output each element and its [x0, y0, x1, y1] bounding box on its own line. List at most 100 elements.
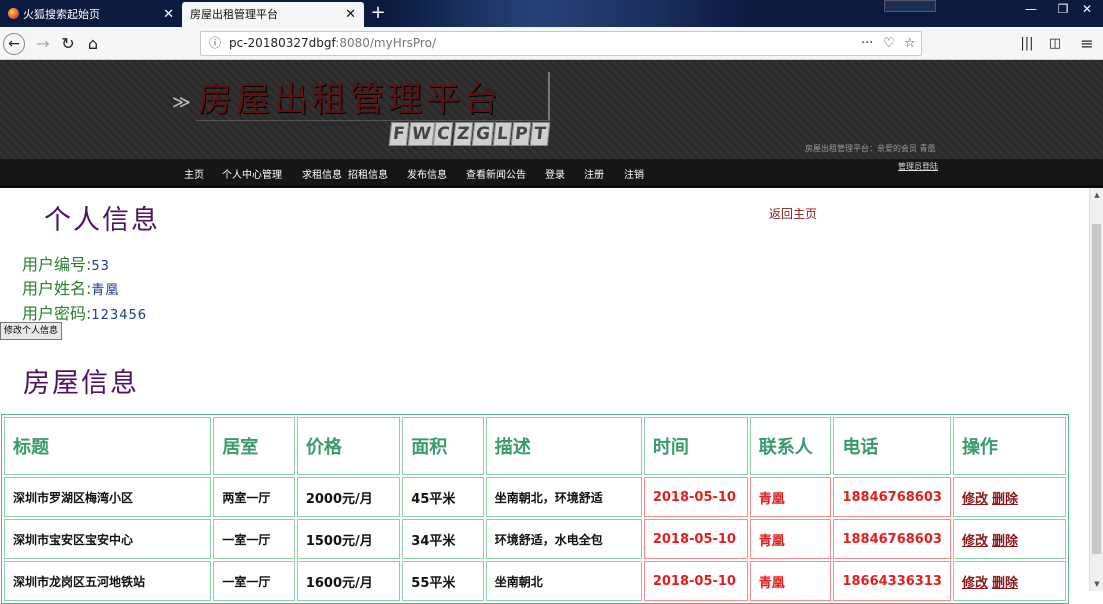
column-header: 电话 — [833, 417, 951, 475]
address-bar[interactable]: ⓘ pc-20180327dbgf:8080/myHrsPro/ ··· ♡ ☆ — [200, 31, 922, 56]
menu-icon[interactable]: ≡ — [1076, 33, 1098, 55]
cell-title: 深圳市宝安区宝安中心 — [4, 519, 212, 559]
cell-description: 坐南朝北，环境舒适 — [485, 477, 642, 517]
user-id-label: 用户编号: — [22, 255, 92, 274]
edit-link[interactable]: 修改 — [962, 534, 988, 549]
menu-rent-wanted[interactable]: 求租信息 — [302, 166, 342, 181]
column-header: 时间 — [643, 417, 748, 475]
tab-firefox-start[interactable]: 火狐搜索起始页 ✕ — [0, 2, 182, 27]
close-tab-icon[interactable]: ✕ — [163, 2, 174, 27]
close-window-button[interactable]: ✕ — [1071, 0, 1103, 20]
back-button[interactable]: ← — [3, 33, 25, 55]
forward-button[interactable]: → — [32, 33, 54, 55]
taskbar-thumbnail — [884, 0, 936, 12]
scroll-down-arrow-icon[interactable]: ▼ — [1090, 577, 1103, 591]
menu-home[interactable]: 主页 — [184, 166, 204, 181]
houses-heading: 房屋信息 — [23, 368, 139, 399]
menu-logout[interactable]: 注销 — [624, 166, 644, 181]
cell-title: 深圳市龙岗区五河地铁站 — [4, 561, 212, 601]
cell-price: 2000元/月 — [296, 477, 401, 517]
logo-letter: F — [388, 122, 409, 146]
cell-price: 1500元/月 — [296, 519, 401, 559]
sidebar-icon[interactable]: ◫ — [1044, 33, 1066, 55]
menu-news[interactable]: 查看新闻公告 — [466, 166, 526, 181]
site-logo: 房屋出租管理平台 — [198, 80, 502, 120]
edit-link[interactable]: 修改 — [962, 492, 988, 507]
menu-personal-center[interactable]: 个人中心管理 — [222, 166, 282, 181]
cell-area: 45平米 — [402, 477, 484, 517]
scrollbar-thumb[interactable] — [1092, 224, 1101, 554]
column-header: 操作 — [952, 417, 1066, 475]
menu-publish[interactable]: 发布信息 — [407, 166, 447, 181]
cell-rooms: 一室一厅 — [213, 519, 295, 559]
menu-rent-offers[interactable]: 招租信息 — [348, 166, 388, 181]
cell-area: 55平米 — [402, 561, 484, 601]
tab-label: 火狐搜索起始页 — [23, 8, 100, 21]
menu-login[interactable]: 登录 — [545, 166, 565, 181]
new-tab-button[interactable]: + — [370, 1, 386, 25]
page-actions-icon[interactable]: ··· — [861, 32, 873, 55]
cell-actions: 修改 删除 — [952, 477, 1066, 517]
close-tab-icon[interactable]: ✕ — [345, 2, 356, 27]
home-icon[interactable]: ⌂ — [82, 33, 104, 55]
reload-button[interactable]: ↻ — [57, 33, 79, 55]
logo-letter: P — [510, 122, 532, 146]
pocket-icon[interactable]: ♡ — [883, 32, 895, 55]
back-home-link[interactable]: 返回主页 — [769, 205, 817, 222]
page-scrollbar[interactable]: ▲ ▼ — [1089, 188, 1103, 591]
logo-letter: T — [530, 122, 551, 146]
tab-label: 房屋出租管理平台 — [190, 8, 278, 21]
user-id-value: 53 — [91, 259, 110, 274]
cell-description: 坐南朝北 — [485, 561, 642, 601]
bookmark-star-icon[interactable]: ☆ — [904, 32, 916, 55]
site-banner: ≫ 房屋出租管理平台 F W C Z G L P T 房屋出租管理平台：亲爱的会… — [0, 60, 1103, 159]
menu-register[interactable]: 注册 — [584, 166, 604, 181]
profile-heading: 个人信息 — [44, 205, 160, 236]
delete-link[interactable]: 删除 — [992, 492, 1018, 507]
main-content: 个人信息 返回主页 用户编号:53 用户姓名:青凰 用户密码:123456 修改… — [0, 188, 1089, 604]
admin-login-link[interactable]: 管理员登陆 — [898, 161, 938, 172]
logo-letter: Z — [452, 122, 474, 146]
browser-nav-bar: ← → ↻ ⌂ ⓘ pc-20180327dbgf:8080/myHrsPro/… — [0, 27, 1103, 60]
logo-letter: W — [407, 122, 435, 146]
cell-contact: 青凰 — [749, 561, 832, 601]
cell-contact: 青凰 — [749, 519, 832, 559]
cell-actions: 修改 删除 — [952, 561, 1066, 601]
cell-rooms: 一室一厅 — [213, 561, 295, 601]
cell-date: 2018-05-10 — [643, 561, 748, 601]
table-row: 深圳市龙岗区五河地铁站 一室一厅 1600元/月 55平米 坐南朝北 2018-… — [4, 561, 1066, 601]
delete-link[interactable]: 删除 — [992, 534, 1018, 549]
cell-description: 环境舒适，水电全包 — [485, 519, 642, 559]
site-menu-bar: 主页 个人中心管理 求租信息 招租信息 发布信息 查看新闻公告 登录 注册 注销… — [0, 159, 1103, 188]
scroll-up-arrow-icon[interactable]: ▲ — [1090, 188, 1103, 202]
cell-phone: 18664336313 — [833, 561, 951, 601]
cell-contact: 青凰 — [749, 477, 832, 517]
edit-profile-button[interactable]: 修改个人信息 — [0, 322, 63, 340]
column-header: 价格 — [296, 417, 401, 475]
cell-price: 1600元/月 — [296, 561, 401, 601]
library-icon[interactable]: ||| — [1016, 33, 1038, 55]
tab-rental-platform[interactable]: 房屋出租管理平台 ✕ — [182, 2, 364, 27]
user-id-row: 用户编号:53 — [22, 251, 110, 275]
cell-phone: 18846768603 — [833, 477, 951, 517]
edit-link[interactable]: 修改 — [962, 576, 988, 591]
user-name-label: 用户姓名: — [22, 279, 92, 298]
delete-link[interactable]: 删除 — [992, 576, 1018, 591]
firefox-icon — [8, 8, 19, 19]
logo-letter: L — [492, 122, 513, 146]
logo-letters: F W C Z G L P T — [388, 122, 551, 146]
browser-tab-bar: 火狐搜索起始页 ✕ 房屋出租管理平台 ✕ + — ❐ ✕ — [0, 0, 1103, 27]
url-text: pc-20180327dbgf:8080/myHrsPro/ — [229, 36, 436, 50]
site-info-icon[interactable]: ⓘ — [209, 32, 221, 55]
user-name-value: 青凰 — [91, 283, 120, 298]
column-header: 居室 — [213, 417, 295, 475]
cell-phone: 18846768603 — [833, 519, 951, 559]
user-name-row: 用户姓名:青凰 — [22, 275, 119, 299]
user-password-row: 用户密码:123456 — [22, 300, 147, 324]
cell-rooms: 两室一厅 — [213, 477, 295, 517]
minimize-window-button[interactable]: — — [1015, 0, 1047, 20]
cell-date: 2018-05-10 — [643, 519, 748, 559]
table-row: 深圳市宝安区宝安中心 一室一厅 1500元/月 34平米 环境舒适，水电全包 2… — [4, 519, 1066, 559]
cell-title: 深圳市罗湖区梅湾小区 — [4, 477, 212, 517]
logo-letter: G — [471, 122, 495, 146]
